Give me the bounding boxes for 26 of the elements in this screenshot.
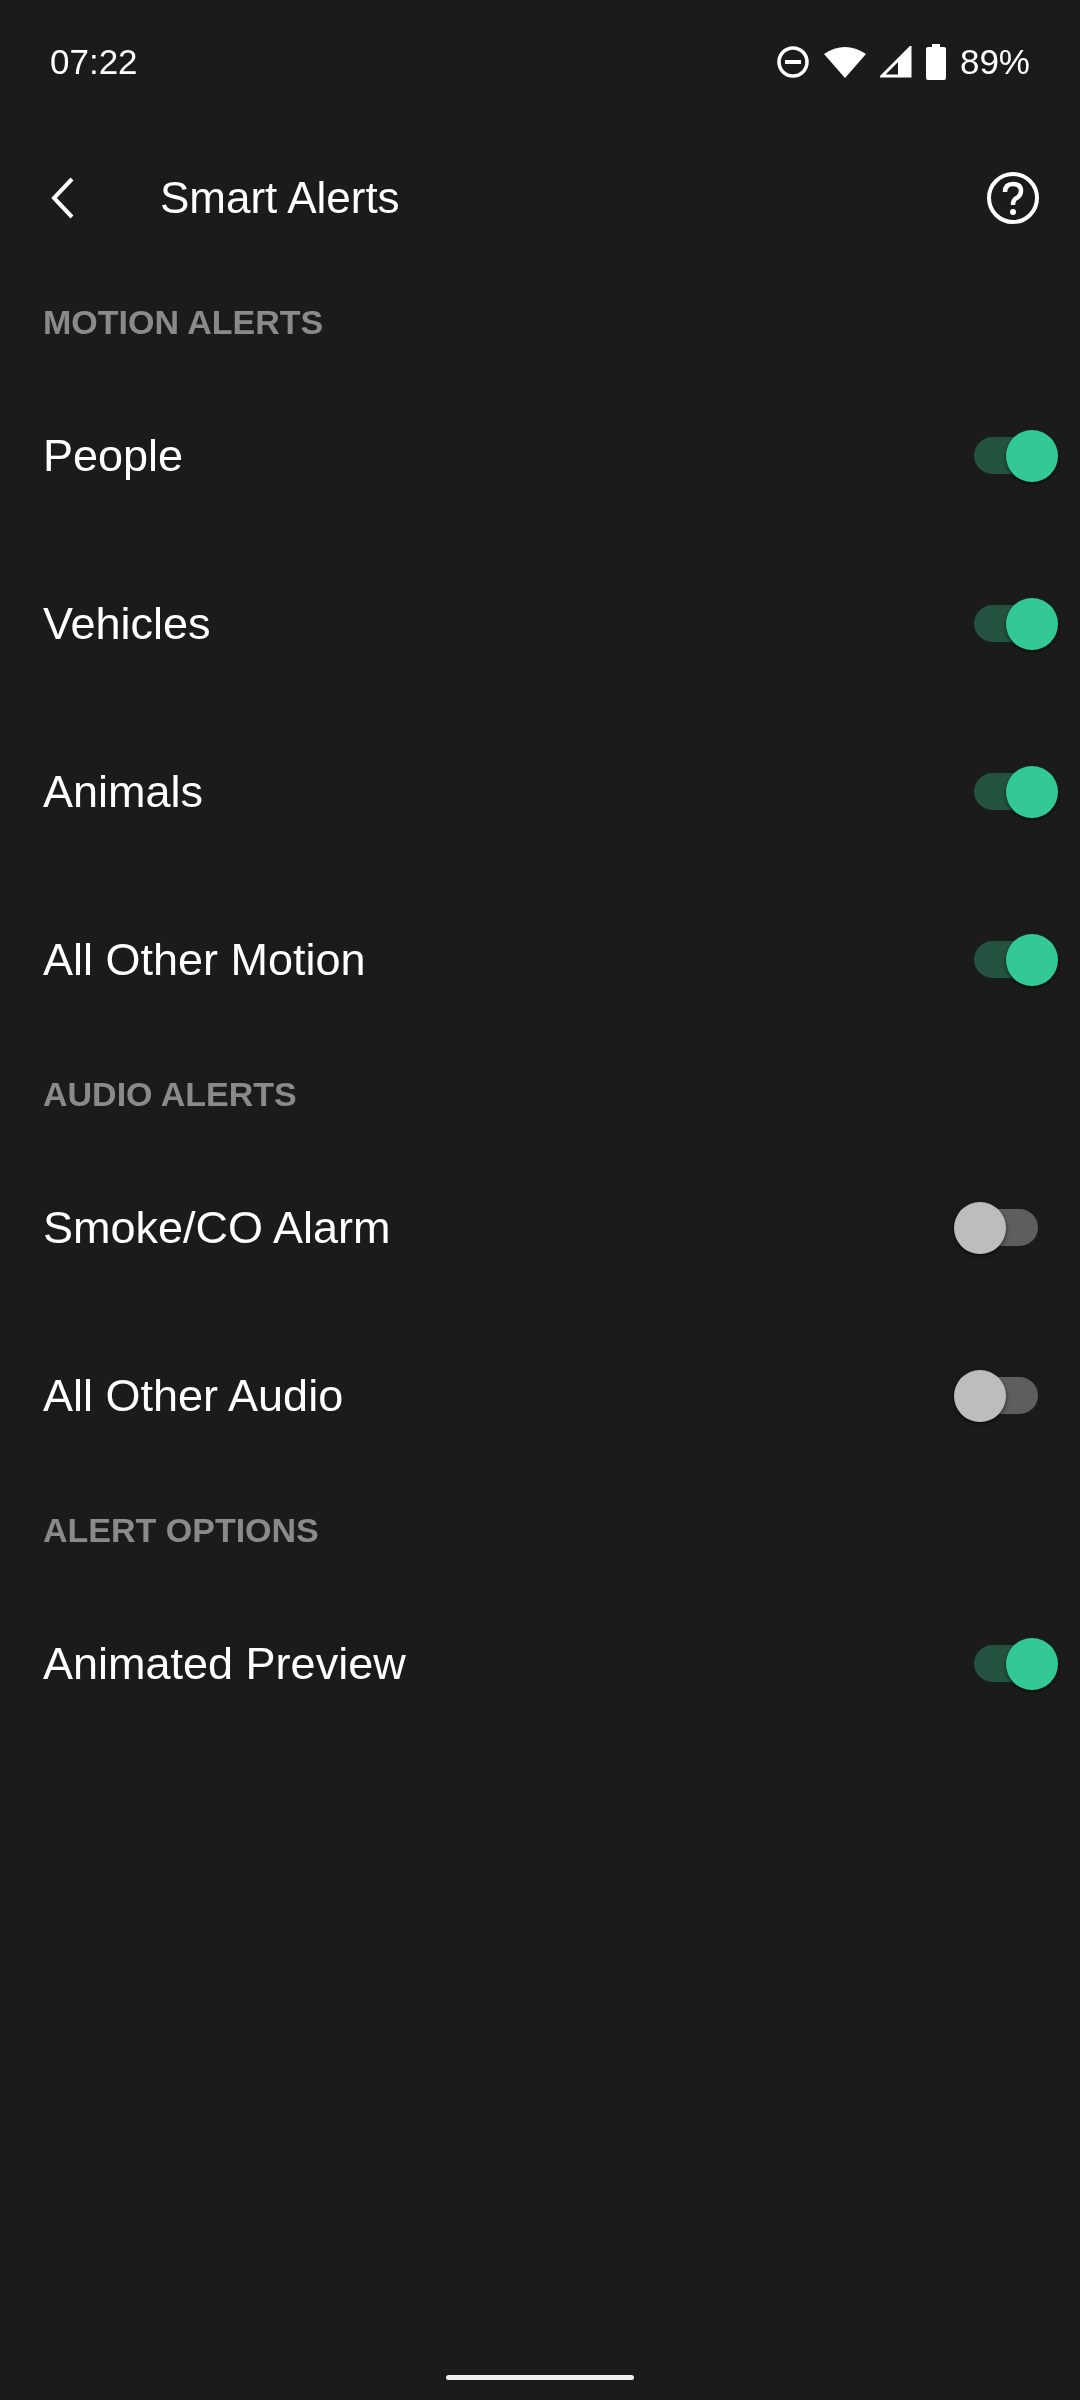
page-title: Smart Alerts <box>160 173 401 223</box>
battery-level: 89% <box>959 42 1030 82</box>
section-header: ALERT OPTIONS <box>42 1509 320 1551</box>
battery-icon <box>925 44 946 80</box>
toggle-switch[interactable] <box>974 933 1058 987</box>
setting-label: Vehicles <box>43 598 211 650</box>
setting-label: Animated Preview <box>43 1638 406 1690</box>
setting-label: People <box>43 430 184 482</box>
do-not-disturb-icon <box>775 45 810 79</box>
signal-icon <box>879 46 912 78</box>
back-icon[interactable] <box>50 176 76 220</box>
status-time: 07:22 <box>50 42 138 82</box>
wifi-icon <box>823 46 866 78</box>
toggle-switch[interactable] <box>974 429 1058 483</box>
help-icon[interactable] <box>986 171 1040 225</box>
setting-label: Animals <box>43 766 204 818</box>
setting-label: All Other Audio <box>43 1370 344 1422</box>
toggle-switch[interactable] <box>954 1369 1038 1423</box>
section-header: AUDIO ALERTS <box>42 1073 298 1115</box>
toggle-switch[interactable] <box>954 1201 1038 1255</box>
toggle-switch[interactable] <box>974 1637 1058 1691</box>
setting-label: All Other Motion <box>43 934 366 986</box>
section-header: MOTION ALERTS <box>42 301 325 343</box>
toggle-switch[interactable] <box>974 597 1058 651</box>
setting-label: Smoke/CO Alarm <box>43 1202 391 1254</box>
toggle-switch[interactable] <box>974 765 1058 819</box>
